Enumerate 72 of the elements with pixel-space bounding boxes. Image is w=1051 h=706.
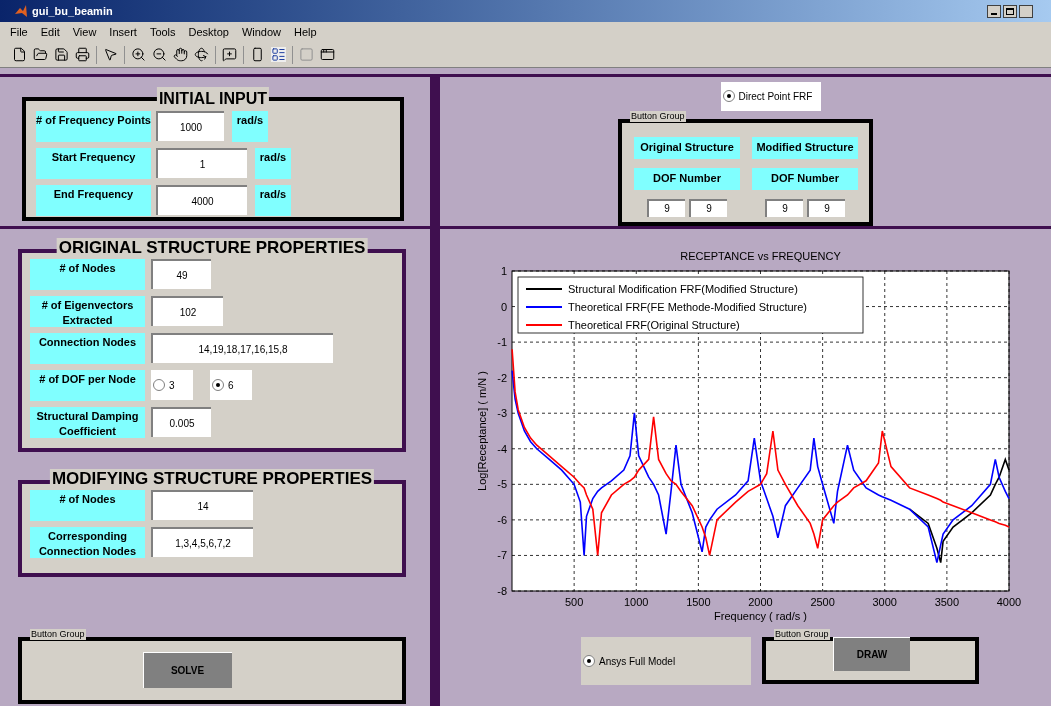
menu-item[interactable]: File xyxy=(10,23,28,41)
field-label: # of DOF per Node xyxy=(30,370,145,401)
radio-option[interactable]: Ansys Full Model xyxy=(581,637,751,685)
panel-title: Button Group xyxy=(774,629,830,640)
y-tick-label: -3 xyxy=(497,407,507,420)
unit-label: rad/s xyxy=(232,111,268,142)
x-tick-label: 4000 xyxy=(996,596,1022,608)
legend-label: Structural Modification FRF(Modified Structure) xyxy=(568,283,798,295)
field-label: # of Nodes xyxy=(30,490,145,521)
column-subheading: DOF Number xyxy=(752,167,858,190)
input-field[interactable]: 9 xyxy=(765,198,803,217)
input-field[interactable]: 4000 xyxy=(156,185,247,215)
menu-item[interactable]: Insert xyxy=(109,23,137,41)
input-field[interactable]: 9 xyxy=(689,198,727,217)
field-label: Structural Damping Coefficient xyxy=(30,407,145,438)
input-field[interactable]: 1 xyxy=(156,148,247,178)
x-tick-label: 2500 xyxy=(810,596,835,608)
field-label: Start Frequency xyxy=(36,148,151,179)
input-field[interactable]: 14 xyxy=(151,490,253,520)
y-tick-label: -4 xyxy=(497,442,507,455)
x-tick-label: 3000 xyxy=(872,596,897,608)
solve-button[interactable]: SOLVE xyxy=(142,652,232,688)
x-tick-label: 2000 xyxy=(748,596,773,608)
column-heading: Original Structure xyxy=(634,136,740,159)
x-tick-label: 1000 xyxy=(624,596,649,608)
input-field[interactable]: 1,3,4,5,6,7,2 xyxy=(151,527,253,557)
chart-title: RECEPTANCE vs FREQUENCY xyxy=(680,250,841,262)
y-tick-label: -1 xyxy=(497,336,507,349)
field-label: End Frequency xyxy=(36,185,151,216)
legend-label: Theoretical FRF(FE Methode-Modified Structure) xyxy=(568,301,808,313)
y-tick-label: -6 xyxy=(497,513,507,526)
radio-option[interactable]: 3 xyxy=(151,370,193,400)
field-label: Connection Nodes xyxy=(30,333,145,364)
input-field[interactable]: 9 xyxy=(647,198,685,217)
input-field[interactable]: 9 xyxy=(807,198,845,217)
legend-label: Theoretical FRF(Original Structure) xyxy=(568,319,740,331)
y-tick-label: -8 xyxy=(497,585,507,597)
radio-option[interactable]: Direct Point FRF xyxy=(720,82,821,111)
input-field[interactable]: 102 xyxy=(151,296,223,326)
y-tick-label: 0 xyxy=(500,300,507,313)
input-field[interactable]: 14,19,18,17,16,15,8 xyxy=(151,333,333,363)
menu-item[interactable]: Desktop xyxy=(188,23,229,41)
input-field[interactable]: 0.005 xyxy=(151,407,211,437)
draw-button[interactable]: DRAW xyxy=(833,637,910,671)
x-tick-label: 1500 xyxy=(686,596,711,608)
y-axis-label: Log[Receptance] ( m/N ) xyxy=(476,371,488,491)
menu-item[interactable]: Edit xyxy=(40,23,60,41)
field-label: # of Frequency Points xyxy=(36,111,151,142)
y-tick-label: -7 xyxy=(497,549,507,562)
y-tick-label: -2 xyxy=(497,371,507,384)
x-axis-label: Frequency ( rad/s ) xyxy=(714,610,807,622)
field-label: Corresponding Connection Nodes xyxy=(30,527,145,558)
menu-item[interactable]: Tools xyxy=(149,23,176,41)
x-tick-label: 500 xyxy=(564,596,584,608)
field-label: # of Eigenvectors Extracted xyxy=(30,296,145,327)
y-tick-label: 1 xyxy=(500,265,507,277)
panel-title: Button Group xyxy=(30,629,86,640)
panel-title: Button Group xyxy=(630,110,686,122)
x-tick-label: 3500 xyxy=(934,596,960,608)
unit-label: rad/s xyxy=(255,148,291,179)
menu-item[interactable]: Help xyxy=(294,23,317,41)
input-field[interactable]: 49 xyxy=(151,259,211,289)
column-heading: Modified Structure xyxy=(752,136,858,159)
column-subheading: DOF Number xyxy=(634,167,740,190)
menu-item[interactable]: Window xyxy=(241,23,282,41)
y-tick-label: -5 xyxy=(497,478,507,491)
menu-item[interactable]: View xyxy=(72,23,97,41)
unit-label: rad/s xyxy=(255,185,291,216)
window-title: gui_bu_beamin xyxy=(32,3,113,19)
field-label: # of Nodes xyxy=(30,259,145,290)
input-field[interactable]: 1000 xyxy=(156,111,224,141)
radio-option[interactable]: 6 xyxy=(210,370,252,400)
